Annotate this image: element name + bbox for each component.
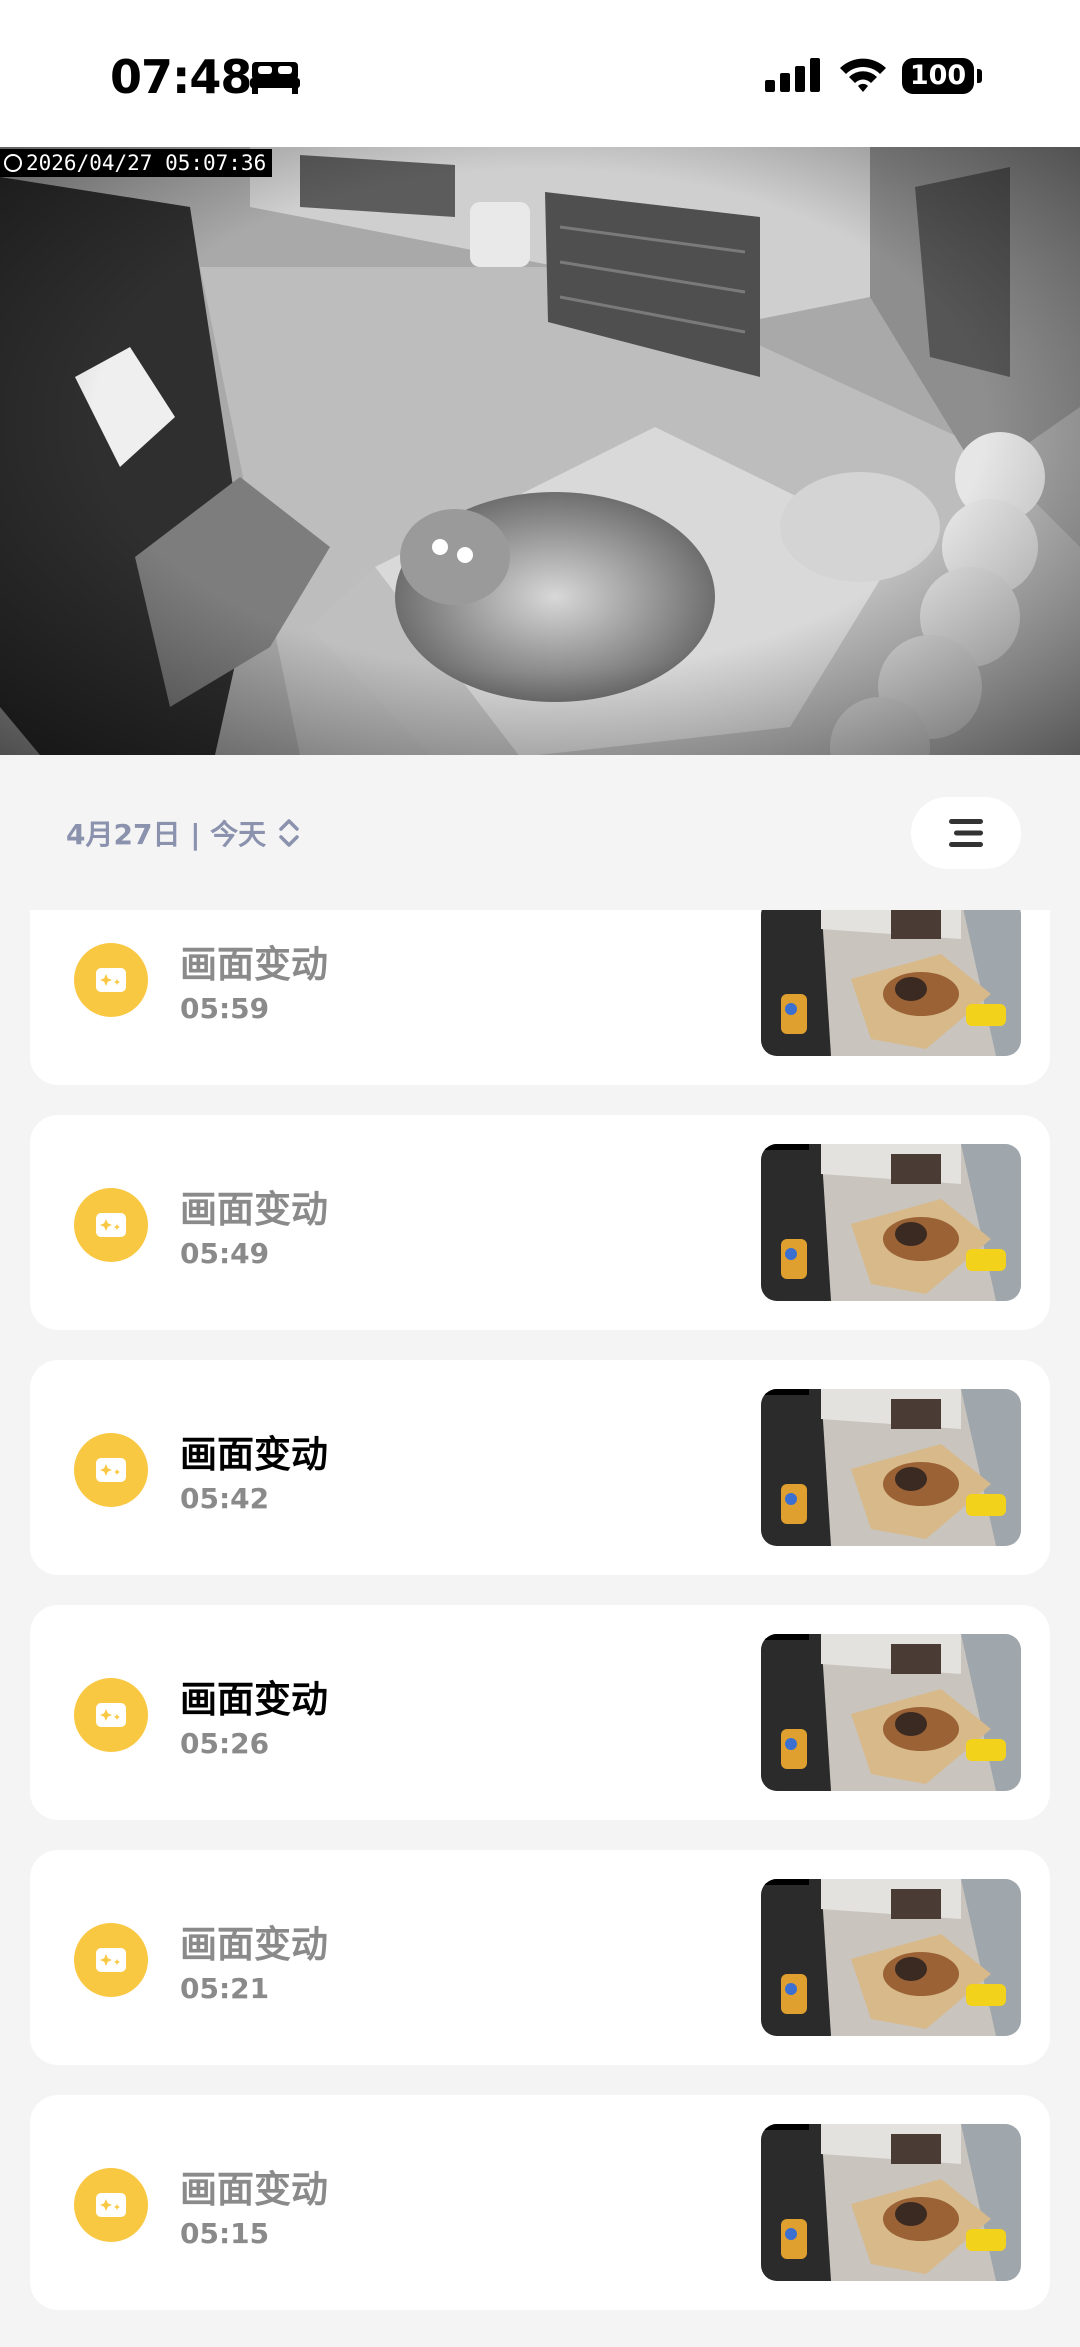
event-list[interactable]: 画面变动 05:59 画面变动 05:49 画面变动 05:42 画面变动 05… [30, 910, 1050, 2347]
event-title: 画面变动 [180, 943, 328, 986]
thumbnail-image [761, 1634, 1021, 1791]
event-thumbnail[interactable] [761, 1389, 1021, 1546]
motion-event-icon [74, 1433, 148, 1507]
thumbnail-image [761, 1879, 1021, 2036]
clock-icon [4, 154, 22, 172]
event-title: 画面变动 [180, 1923, 328, 1966]
thumbnail-image [761, 910, 1021, 1056]
event-card[interactable]: 画面变动 05:15 [30, 2095, 1050, 2310]
chevron-up-down-icon [279, 819, 299, 847]
menu-icon [949, 819, 983, 847]
battery-cap [977, 69, 982, 83]
event-card[interactable]: 画面变动 05:49 [30, 1115, 1050, 1330]
bed-icon [250, 62, 300, 94]
cellular-signal-icon [765, 58, 820, 92]
status-bar: 07:48 100 [0, 0, 1080, 147]
date-selector[interactable]: 4月27日 | 今天 [66, 813, 300, 853]
motion-event-icon [74, 1188, 148, 1262]
motion-sparkle-icon [96, 968, 126, 992]
event-card[interactable]: 画面变动 05:26 [30, 1605, 1050, 1820]
event-time: 05:26 [180, 1727, 270, 1760]
date-label: 4月27日 | 今天 [66, 818, 267, 851]
wifi-icon [840, 58, 886, 92]
motion-event-icon [74, 943, 148, 1017]
motion-sparkle-icon [96, 1703, 126, 1727]
event-time: 05:15 [180, 2217, 270, 2250]
thumbnail-image [761, 1389, 1021, 1546]
event-title: 画面变动 [180, 1678, 328, 1721]
status-time: 07:48 [110, 50, 252, 104]
event-time: 05:49 [180, 1237, 270, 1270]
event-thumbnail[interactable] [761, 2124, 1021, 2281]
thumbnail-image [761, 1144, 1021, 1301]
filter-menu-button[interactable] [911, 797, 1021, 869]
event-card[interactable]: 画面变动 05:21 [30, 1850, 1050, 2065]
camera-scene [0, 147, 1080, 755]
motion-sparkle-icon [96, 1948, 126, 1972]
event-time: 05:21 [180, 1972, 270, 2005]
event-time: 05:42 [180, 1482, 270, 1515]
event-title: 画面变动 [180, 1433, 328, 1476]
event-thumbnail[interactable] [761, 1879, 1021, 2036]
date-filter-bar: 4月27日 | 今天 [0, 755, 1080, 910]
event-card[interactable]: 画面变动 05:42 [30, 1360, 1050, 1575]
event-thumbnail[interactable] [761, 1144, 1021, 1301]
motion-event-icon [74, 1678, 148, 1752]
event-card[interactable]: 画面变动 05:59 [30, 910, 1050, 1085]
event-thumbnail[interactable] [761, 910, 1021, 1056]
event-thumbnail[interactable] [761, 1634, 1021, 1791]
motion-sparkle-icon [96, 1213, 126, 1237]
camera-timestamp: 2026/04/27 05:07:36 [0, 149, 273, 177]
battery-indicator: 100 [902, 58, 974, 94]
motion-event-icon [74, 1923, 148, 1997]
camera-live-view[interactable]: 2026/04/27 05:07:36 [0, 147, 1080, 755]
event-time: 05:59 [180, 992, 270, 1025]
motion-sparkle-icon [96, 1458, 126, 1482]
thumbnail-image [761, 2124, 1021, 2281]
event-title: 画面变动 [180, 2168, 328, 2211]
event-title: 画面变动 [180, 1188, 328, 1231]
motion-sparkle-icon [96, 2193, 126, 2217]
camera-timestamp-text: 2026/04/27 05:07:36 [26, 151, 267, 175]
motion-event-icon [74, 2168, 148, 2242]
